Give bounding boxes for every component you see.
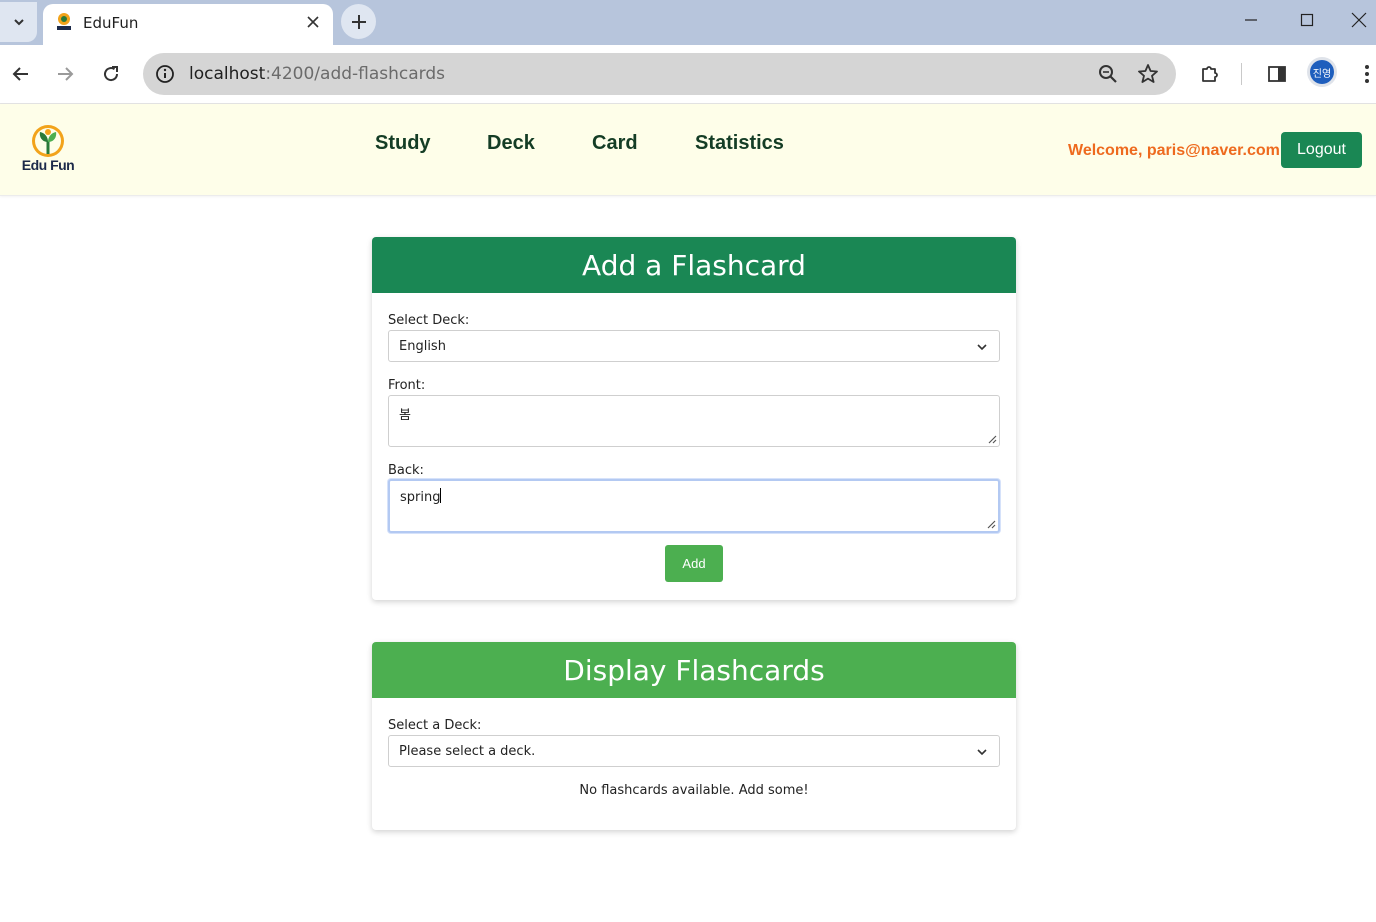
reload-icon <box>104 66 119 82</box>
address-bar[interactable]: localhost:4200/add-flashcards <box>143 53 1176 95</box>
profile-initials: 진영 <box>1310 60 1334 84</box>
bookmark-star-icon[interactable] <box>1136 62 1160 86</box>
chevron-down-icon <box>13 19 24 26</box>
puzzle-icon <box>1202 66 1218 82</box>
deck-select-value: English <box>399 339 446 354</box>
edufun-logo-icon <box>32 125 64 157</box>
tab-search-button[interactable] <box>0 2 37 42</box>
add-flashcard-title: Add a Flashcard <box>372 237 1016 293</box>
profile-avatar[interactable]: 진영 <box>1307 57 1337 87</box>
browser-tab-active[interactable]: EduFun <box>43 4 333 45</box>
deck-select[interactable]: English <box>388 330 1000 362</box>
front-label: Front: <box>388 378 426 393</box>
edufun-favicon-icon <box>57 13 71 30</box>
back-button[interactable] <box>9 62 33 86</box>
nav-statistics[interactable]: Statistics <box>695 132 784 155</box>
display-flashcards-title: Display Flashcards <box>372 642 1016 698</box>
maximize-button[interactable] <box>1290 6 1324 34</box>
text-caret <box>440 488 442 503</box>
edufun-logo[interactable]: Edu Fun <box>20 124 76 176</box>
minimize-icon <box>1245 19 1257 21</box>
minimize-button[interactable] <box>1234 6 1268 34</box>
extensions-button[interactable] <box>1198 62 1222 86</box>
back-textarea[interactable]: spring <box>388 479 1000 533</box>
chevron-down-icon <box>977 749 987 756</box>
front-value: 봄 <box>399 408 411 423</box>
close-icon <box>1351 12 1367 28</box>
nav-deck[interactable]: Deck <box>487 132 535 155</box>
chevron-down-icon <box>977 344 987 351</box>
front-textarea[interactable]: 봄 <box>388 395 1000 447</box>
arrow-right-icon <box>58 67 74 81</box>
zoom-icon[interactable] <box>1096 62 1120 86</box>
forward-button[interactable] <box>53 62 77 86</box>
select-a-deck-label: Select a Deck: <box>388 718 482 733</box>
side-panel-icon <box>1268 66 1286 82</box>
browser-menu-button[interactable] <box>1355 62 1376 86</box>
add-flashcard-card: Add a Flashcard Select Deck: English Fro… <box>372 237 1016 600</box>
logo-text: Edu Fun <box>21 157 75 173</box>
logout-button[interactable]: Logout <box>1281 132 1362 168</box>
url-host: localhost <box>189 64 266 84</box>
new-tab-button[interactable] <box>341 4 376 39</box>
nav-card[interactable]: Card <box>592 132 638 155</box>
back-label: Back: <box>388 463 424 478</box>
select-deck-label: Select Deck: <box>388 313 470 328</box>
plus-icon <box>351 14 366 29</box>
welcome-message: Welcome, paris@naver.com! <box>1068 142 1286 159</box>
back-value: spring <box>400 490 441 505</box>
resize-handle-icon[interactable] <box>986 519 996 529</box>
resize-handle-icon[interactable] <box>987 434 997 444</box>
no-flashcards-message: No flashcards available. Add some! <box>579 783 809 798</box>
reload-button[interactable] <box>99 62 123 86</box>
url-text[interactable]: localhost:4200/add-flashcards <box>189 64 445 84</box>
back-value-wrap: spring <box>400 488 442 505</box>
url-path: :4200/add-flashcards <box>265 64 446 84</box>
nav-study[interactable]: Study <box>375 132 431 155</box>
browser-tab-bar: EduFun <box>0 0 1376 45</box>
arrow-left-icon <box>12 67 28 81</box>
browser-toolbar: localhost:4200/add-flashcards 진영 <box>0 45 1376 104</box>
site-info-icon[interactable] <box>153 62 177 86</box>
app-header: Edu Fun Study Deck Card Statistics Welco… <box>0 104 1376 196</box>
display-deck-select-value: Please select a deck. <box>399 744 536 759</box>
close-window-button[interactable] <box>1342 6 1376 34</box>
tab-title: EduFun <box>83 14 139 32</box>
more-vert-icon <box>1365 65 1369 83</box>
display-flashcards-card: Display Flashcards Select a Deck: Please… <box>372 642 1016 830</box>
toolbar-divider <box>1241 63 1242 85</box>
display-deck-select[interactable]: Please select a deck. <box>388 735 1000 767</box>
add-button[interactable]: Add <box>665 545 723 582</box>
side-panel-button[interactable] <box>1265 62 1289 86</box>
maximize-icon <box>1300 13 1314 27</box>
close-tab-icon[interactable] <box>303 12 323 32</box>
